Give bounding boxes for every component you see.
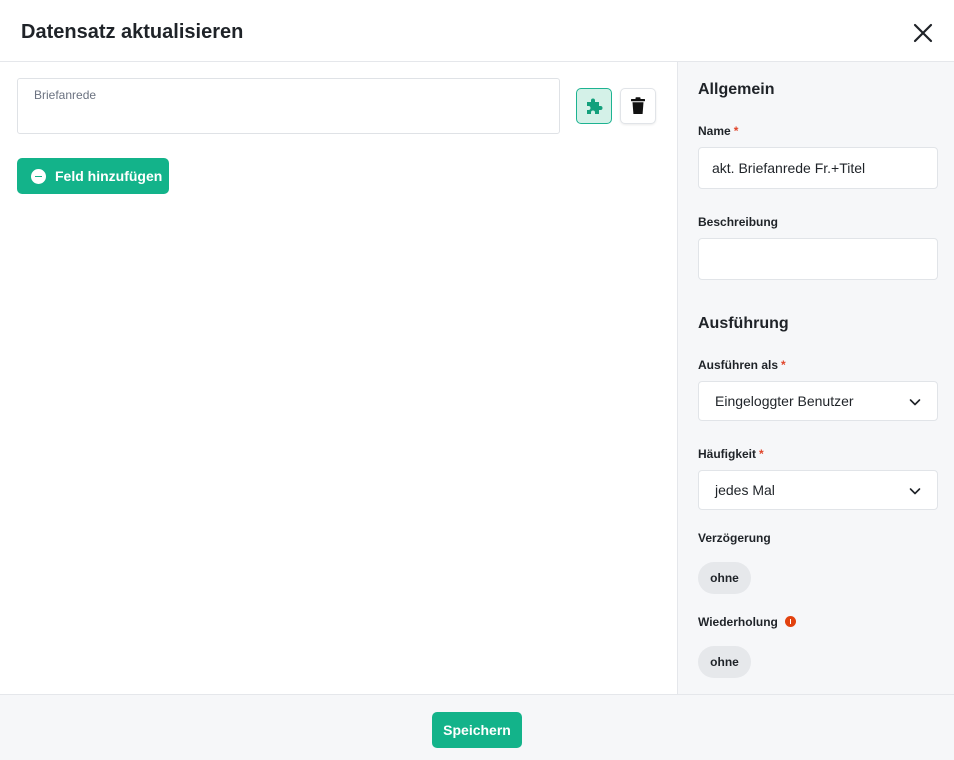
required-marker: * bbox=[759, 447, 764, 461]
add-field-button[interactable]: Feld hinzufügen bbox=[17, 158, 169, 194]
dialog-header: Datensatz aktualisieren bbox=[0, 0, 954, 62]
puzzle-icon bbox=[587, 98, 603, 114]
dialog-title: Datensatz aktualisieren bbox=[21, 21, 244, 43]
name-label: Name * bbox=[698, 124, 739, 138]
delay-label: Verzögerung bbox=[698, 531, 771, 545]
settings-sidebar: Allgemein Name * akt. Briefanrede Fr.+Tit… bbox=[677, 62, 954, 694]
add-circle-icon bbox=[31, 168, 46, 184]
required-marker: * bbox=[781, 358, 786, 372]
close-icon[interactable] bbox=[910, 20, 936, 46]
delete-field-button[interactable] bbox=[620, 88, 656, 124]
name-input[interactable]: akt. Briefanrede Fr.+Titel bbox=[698, 147, 938, 189]
field-label: Briefanrede bbox=[34, 88, 97, 102]
chevron-down-icon bbox=[909, 488, 921, 495]
dialog-footer: Speichern bbox=[0, 694, 954, 760]
run-as-value: Eingeloggter Benutzer bbox=[715, 393, 854, 409]
add-field-label: Feld hinzufügen bbox=[55, 168, 163, 184]
description-label: Beschreibung bbox=[698, 215, 779, 229]
description-input[interactable] bbox=[698, 238, 938, 280]
field-editor: Briefanrede Feld hinzufügen bbox=[0, 62, 677, 694]
trash-icon bbox=[631, 97, 645, 114]
delay-pill[interactable]: ohne bbox=[698, 562, 751, 594]
run-as-label: Ausführen als * bbox=[698, 358, 786, 372]
briefanrede-field[interactable]: Briefanrede bbox=[17, 78, 560, 134]
save-button[interactable]: Speichern bbox=[432, 712, 522, 748]
frequency-label: Häufigkeit * bbox=[698, 447, 764, 461]
run-as-select[interactable]: Eingeloggter Benutzer bbox=[698, 381, 938, 421]
required-marker: * bbox=[733, 124, 739, 138]
info-icon[interactable] bbox=[784, 616, 796, 627]
plugin-button[interactable] bbox=[576, 88, 612, 124]
section-execution-heading: Ausführung bbox=[698, 315, 789, 332]
repeat-label: Wiederholung bbox=[698, 615, 796, 629]
frequency-select[interactable]: jedes Mal bbox=[698, 470, 938, 510]
repeat-pill[interactable]: ohne bbox=[698, 646, 751, 678]
section-general-heading: Allgemein bbox=[698, 81, 775, 98]
frequency-value: jedes Mal bbox=[715, 482, 775, 498]
chevron-down-icon bbox=[909, 399, 921, 406]
